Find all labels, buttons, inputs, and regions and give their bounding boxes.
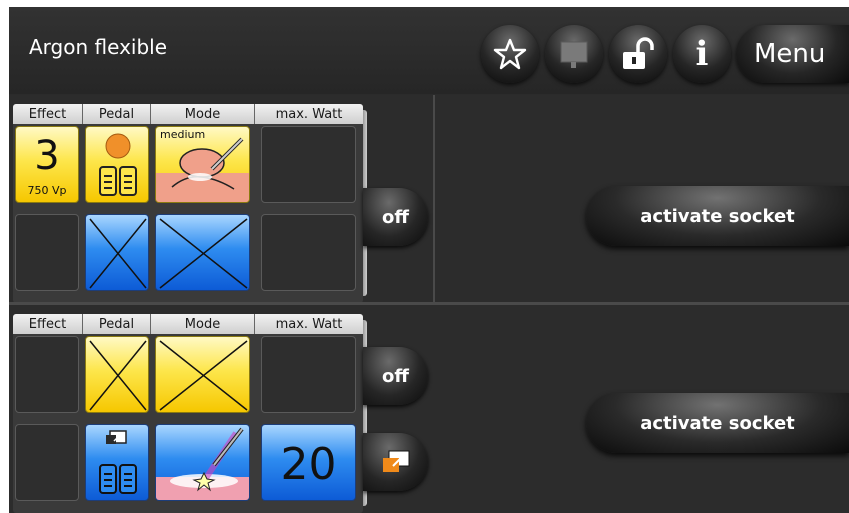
socket-panel-2: Effect Pedal Mode max. Watt 20 off activ…: [9, 305, 849, 513]
col-effect: Effect: [13, 314, 83, 334]
pedal-tile-disabled[interactable]: [85, 336, 149, 413]
device-screen: Argon flexible i Menu Effect Pedal Mode …: [9, 7, 849, 513]
max-watt-value: 20: [280, 439, 337, 490]
col-mode: Mode: [151, 104, 255, 124]
column-header: Effect Pedal Mode max. Watt: [13, 314, 363, 334]
menu-button[interactable]: Menu: [736, 25, 849, 83]
socket-1-activate-button[interactable]: activate socket: [586, 186, 849, 246]
switch-output-icon: [382, 450, 409, 472]
cross-icon: [89, 218, 147, 289]
socket-panel-1: Effect Pedal Mode max. Watt 3 750 Vp med…: [9, 95, 849, 303]
max-watt-tile[interactable]: 20: [261, 424, 356, 501]
effect-tile[interactable]: [15, 214, 79, 291]
max-watt-tile[interactable]: [261, 126, 356, 203]
pedal-switch-icon: [99, 430, 137, 494]
effect-value: 3: [34, 133, 60, 179]
mode-tile[interactable]: [155, 424, 250, 501]
star-icon: [493, 38, 527, 70]
lock-button[interactable]: [609, 25, 667, 83]
col-pedal: Pedal: [83, 104, 151, 124]
cross-icon: [89, 340, 147, 411]
mode-label: medium: [160, 128, 206, 141]
argon-probe-icon: [156, 427, 249, 500]
mode-tile-disabled[interactable]: [155, 214, 250, 291]
lock-open-icon: [623, 37, 654, 69]
message-icon: [560, 41, 588, 68]
effect-tile[interactable]: [15, 336, 79, 413]
effect-voltage: 750 Vp: [27, 184, 67, 197]
favorites-button[interactable]: [481, 25, 539, 83]
socket-2-off-button[interactable]: off: [363, 347, 428, 405]
pedal-icon: [99, 133, 137, 196]
col-max-watt: max. Watt: [275, 316, 343, 332]
col-max-watt: max. Watt: [275, 106, 343, 122]
max-watt-tile[interactable]: [261, 336, 356, 413]
max-watt-tile[interactable]: [261, 214, 356, 291]
pedal-tile[interactable]: [85, 126, 149, 203]
cross-icon: [159, 340, 248, 411]
effect-tile[interactable]: 3 750 Vp: [15, 126, 79, 203]
info-button[interactable]: i: [673, 25, 731, 83]
header-bar: Argon flexible i Menu: [9, 7, 849, 94]
program-title: Argon flexible: [29, 35, 168, 59]
socket-2-switch-button[interactable]: [363, 433, 428, 491]
messages-button[interactable]: [545, 25, 603, 83]
socket-2-activate-button[interactable]: activate socket: [586, 393, 849, 453]
pedal-tile[interactable]: [85, 424, 149, 501]
socket-1-off-button[interactable]: off: [363, 188, 428, 246]
socket-1-settings-grid: Effect Pedal Mode max. Watt 3 750 Vp med…: [13, 104, 367, 303]
info-icon: i: [695, 34, 709, 74]
column-header: Effect Pedal Mode max. Watt: [13, 104, 363, 124]
pedal-tile-disabled[interactable]: [85, 214, 149, 291]
socket-2-settings-grid: Effect Pedal Mode max. Watt 20: [13, 314, 367, 513]
cross-icon: [159, 218, 248, 289]
col-effect: Effect: [13, 104, 83, 124]
mode-tile-disabled[interactable]: [155, 336, 250, 413]
col-pedal: Pedal: [83, 314, 151, 334]
mode-tile[interactable]: medium: [155, 126, 250, 203]
effect-tile[interactable]: [15, 424, 79, 501]
col-mode: Mode: [151, 314, 255, 334]
